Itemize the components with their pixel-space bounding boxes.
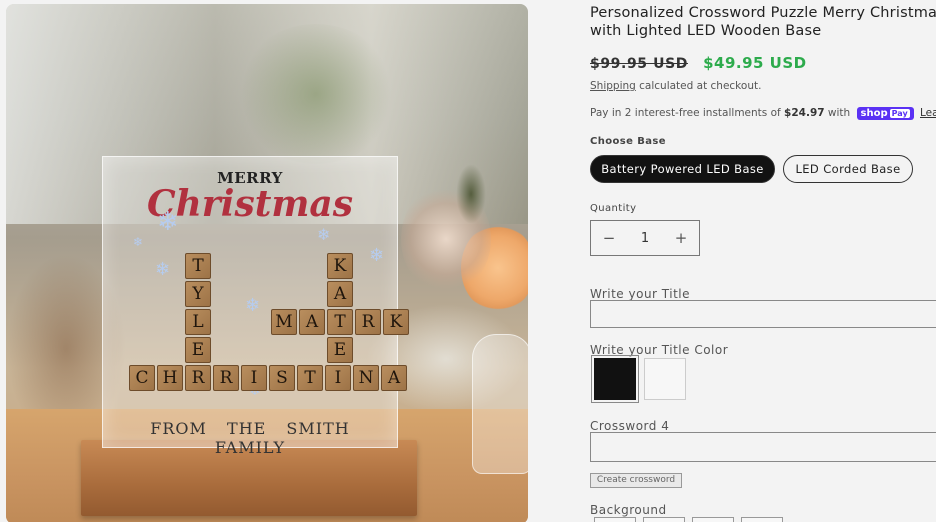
product-image[interactable]: MERRY Christmas ❄ ❄ ❄ ❄ ❄ ❄ ❄ T Y L E R … xyxy=(6,4,528,522)
title-color-swatch-black[interactable] xyxy=(591,355,639,403)
shipping-note: Shipping calculated at checkout. xyxy=(590,80,761,92)
title-input[interactable] xyxy=(590,300,936,328)
plaque-family-line: FROM THE SMITH FAMILY xyxy=(103,419,397,457)
sale-price: $49.95 USD xyxy=(703,54,807,72)
base-option-corded[interactable]: LED Corded Base xyxy=(783,155,913,183)
crossword-input[interactable] xyxy=(590,432,936,462)
letter-tile: A xyxy=(381,365,407,391)
product-title: Personalized Crossword Puzzle Merry Chri… xyxy=(590,4,936,40)
product-title-line2: with Lighted LED Wooden Base xyxy=(590,23,822,39)
shipping-link[interactable]: Shipping xyxy=(590,80,636,92)
plaque-word: SMITH xyxy=(286,419,350,438)
letter-tile: E xyxy=(327,337,353,363)
plaque-word: THE xyxy=(227,419,267,438)
letter-tile: A xyxy=(299,309,325,335)
quantity-plus-button[interactable]: + xyxy=(663,229,699,247)
quantity-minus-button[interactable]: − xyxy=(591,229,627,247)
letter-tile: R xyxy=(355,309,381,335)
plaque-word: FAMILY xyxy=(214,438,286,457)
installments-banner: Pay in 2 interest-free installments of $… xyxy=(590,107,936,120)
plaque-christmas-text: Christmas xyxy=(146,183,354,225)
background-plant xyxy=(236,24,396,164)
installments-amount: $24.97 xyxy=(784,107,825,119)
installments-with: with xyxy=(824,107,854,119)
snowflake-icon: ❄ xyxy=(155,259,171,280)
letter-tile: M xyxy=(271,309,297,335)
snowflake-icon: ❄ xyxy=(317,225,331,244)
letter-tile: T xyxy=(185,253,211,279)
title-color-label: Write your Title Color xyxy=(590,343,729,357)
base-option-battery[interactable]: Battery Powered LED Base xyxy=(590,155,775,183)
installments-text: Pay in 2 interest-free installments of xyxy=(590,107,785,119)
letter-tile: K xyxy=(383,309,409,335)
create-crossword-button[interactable]: Create crossword xyxy=(590,473,682,488)
shop-pay-shop: shop xyxy=(860,108,888,119)
letter-tile: T xyxy=(297,365,323,391)
letter-tile: C xyxy=(129,365,155,391)
letter-tile: A xyxy=(327,281,353,307)
letter-tile: H xyxy=(157,365,183,391)
shop-pay-logo: shop Pay xyxy=(856,107,914,120)
snowflake-icon: ❄ xyxy=(157,207,179,237)
product-title-line1: Personalized Crossword Puzzle Merry Chri… xyxy=(590,5,936,21)
letter-tile: I xyxy=(241,365,267,391)
letter-tile: Y xyxy=(185,281,211,307)
background-option[interactable] xyxy=(643,517,685,522)
flower-leaf xyxy=(456,164,486,224)
learn-more-link[interactable]: Learn more xyxy=(920,107,936,119)
letter-tile: E xyxy=(185,337,211,363)
snowflake-icon: ❄ xyxy=(133,235,144,249)
quantity-stepper: − 1 + xyxy=(590,220,700,256)
letter-tile: L xyxy=(185,309,211,335)
crossword-field-label: Crossword 4 xyxy=(590,419,670,433)
background-option[interactable] xyxy=(692,517,734,522)
shipping-text: calculated at checkout. xyxy=(635,80,762,92)
price-row: $99.95 USD $49.95 USD xyxy=(590,53,807,72)
background-option[interactable] xyxy=(741,517,783,522)
product-info: Personalized Crossword Puzzle Merry Chri… xyxy=(590,0,936,522)
quantity-value[interactable]: 1 xyxy=(627,231,663,246)
glass-vase xyxy=(472,334,528,474)
letter-tile: K xyxy=(327,253,353,279)
letter-tile: N xyxy=(353,365,379,391)
title-color-swatch-white[interactable] xyxy=(644,358,686,400)
letter-tile: R xyxy=(213,365,239,391)
title-field-label: Write your Title xyxy=(590,287,691,301)
background-option[interactable] xyxy=(594,517,636,522)
letter-tile: R xyxy=(185,365,211,391)
quantity-label: Quantity xyxy=(590,203,637,214)
background-label: Background xyxy=(590,503,667,517)
snowflake-icon: ❄ xyxy=(245,295,261,316)
letter-tile: T xyxy=(327,309,353,335)
acrylic-plaque: MERRY Christmas ❄ ❄ ❄ ❄ ❄ ❄ ❄ T Y L E R … xyxy=(102,156,409,457)
letter-tile: I xyxy=(325,365,351,391)
plaque-word: FROM xyxy=(150,419,207,438)
letter-tile: S xyxy=(269,365,295,391)
shop-pay-pay: Pay xyxy=(889,109,910,118)
choose-base-label: Choose Base xyxy=(590,136,666,147)
snowflake-icon: ❄ xyxy=(369,245,385,266)
regular-price: $99.95 USD xyxy=(590,56,688,72)
